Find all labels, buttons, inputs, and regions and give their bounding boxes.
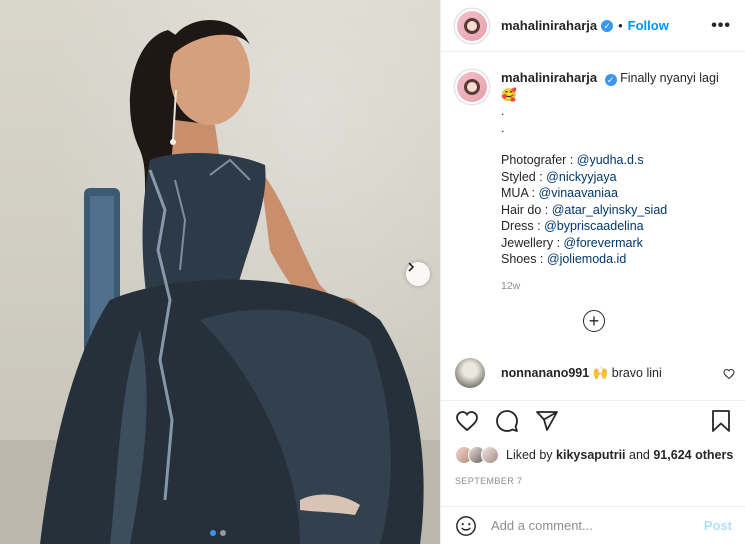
mention-link[interactable]: @atar_alyinsky_siad bbox=[552, 203, 668, 217]
credit-line: MUA : @vinaavaniaa bbox=[501, 186, 618, 200]
chevron-right-icon bbox=[408, 262, 415, 272]
comment-icon bbox=[496, 409, 518, 432]
mention-link[interactable]: @joliemoda.id bbox=[547, 252, 626, 266]
carousel-dot bbox=[220, 530, 226, 536]
share-icon bbox=[536, 410, 558, 431]
header-separator: • bbox=[618, 18, 623, 33]
load-more-comments-button[interactable]: + bbox=[583, 310, 605, 332]
credit-line: Jewellery : @forevermark bbox=[501, 235, 643, 250]
add-comment-bar: Post bbox=[441, 506, 745, 544]
mention-link[interactable]: @nickyyjaya bbox=[546, 170, 616, 184]
follow-button[interactable]: Follow bbox=[628, 18, 669, 33]
caption: mahaliniraharja ✓ Finally nyanyi lagi🥰 .… bbox=[441, 52, 745, 294]
verified-badge-icon: ✓ bbox=[601, 19, 614, 32]
credit-line: Styled : @nickyyjaya bbox=[501, 169, 617, 184]
comment-body: 🙌 bravo lini bbox=[592, 365, 662, 380]
likes-summary: Liked by kikysaputrii and 91,624 others bbox=[455, 446, 733, 464]
heart-icon bbox=[456, 410, 478, 431]
photo-illustration bbox=[0, 20, 440, 544]
comment-text: nonnanano991 🙌 bravo lini bbox=[501, 366, 662, 381]
credit-line: Shoes : @joliemoda.id bbox=[501, 252, 627, 266]
more-options-button[interactable]: ••• bbox=[711, 17, 731, 35]
commenter-avatar[interactable] bbox=[455, 358, 485, 388]
credit-line: Hair do : @atar_alyinsky_siad bbox=[501, 202, 668, 217]
comment-item: nonnanano991 🙌 bravo lini bbox=[455, 358, 735, 388]
post-date[interactable]: SEPTEMBER 7 bbox=[455, 476, 522, 486]
mention-link[interactable]: @forevermark bbox=[564, 236, 643, 250]
carousel-indicator bbox=[210, 530, 226, 536]
caption-time-ago[interactable]: 12w bbox=[501, 278, 731, 295]
comment-like-button[interactable] bbox=[723, 368, 735, 383]
mention-link[interactable]: @bypriscaadelina bbox=[544, 219, 644, 233]
comment-input[interactable] bbox=[491, 518, 704, 533]
comment-button[interactable] bbox=[495, 409, 519, 433]
like-button[interactable] bbox=[455, 409, 479, 433]
emoji-icon bbox=[456, 515, 476, 536]
post-header: mahaliniraharja ✓ • Follow ••• bbox=[441, 0, 745, 52]
caption-username[interactable]: mahaliniraharja bbox=[501, 70, 597, 85]
credit-line: Dress : @bypriscaadelina bbox=[501, 219, 644, 233]
author-username[interactable]: mahaliniraharja bbox=[501, 18, 597, 33]
caption-body: mahaliniraharja ✓ Finally nyanyi lagi🥰 .… bbox=[501, 70, 731, 294]
share-button[interactable] bbox=[535, 409, 559, 433]
caption-avatar[interactable] bbox=[455, 70, 489, 104]
likes-count[interactable]: 91,624 others bbox=[653, 448, 733, 462]
author-avatar[interactable] bbox=[455, 8, 489, 43]
post-comment-button[interactable]: Post bbox=[704, 518, 732, 533]
next-photo-button[interactable] bbox=[406, 262, 430, 286]
heart-icon bbox=[723, 368, 735, 380]
caption-dot: . bbox=[501, 104, 505, 118]
emoji-button[interactable] bbox=[455, 515, 477, 537]
credit-line: Photografer : @yudha.d.s bbox=[501, 153, 644, 167]
carousel-dot-active bbox=[210, 530, 216, 536]
post-photo[interactable] bbox=[0, 0, 440, 544]
post-side-panel: mahaliniraharja ✓ • Follow ••• mahalinir… bbox=[440, 0, 745, 544]
likes-text: Liked by kikysaputrii and 91,624 others bbox=[506, 448, 734, 462]
post-actions bbox=[441, 400, 745, 440]
liker-username[interactable]: kikysaputrii bbox=[556, 448, 625, 462]
commenter-username[interactable]: nonnanano991 bbox=[501, 366, 589, 380]
bookmark-icon bbox=[712, 409, 730, 432]
caption-dot: . bbox=[501, 120, 505, 135]
verified-badge-icon: ✓ bbox=[604, 74, 617, 86]
mention-link[interactable]: @vinaavaniaa bbox=[539, 186, 618, 200]
liker-avatar bbox=[481, 446, 499, 464]
save-button[interactable] bbox=[710, 409, 732, 433]
mention-link[interactable]: @yudha.d.s bbox=[577, 153, 644, 167]
